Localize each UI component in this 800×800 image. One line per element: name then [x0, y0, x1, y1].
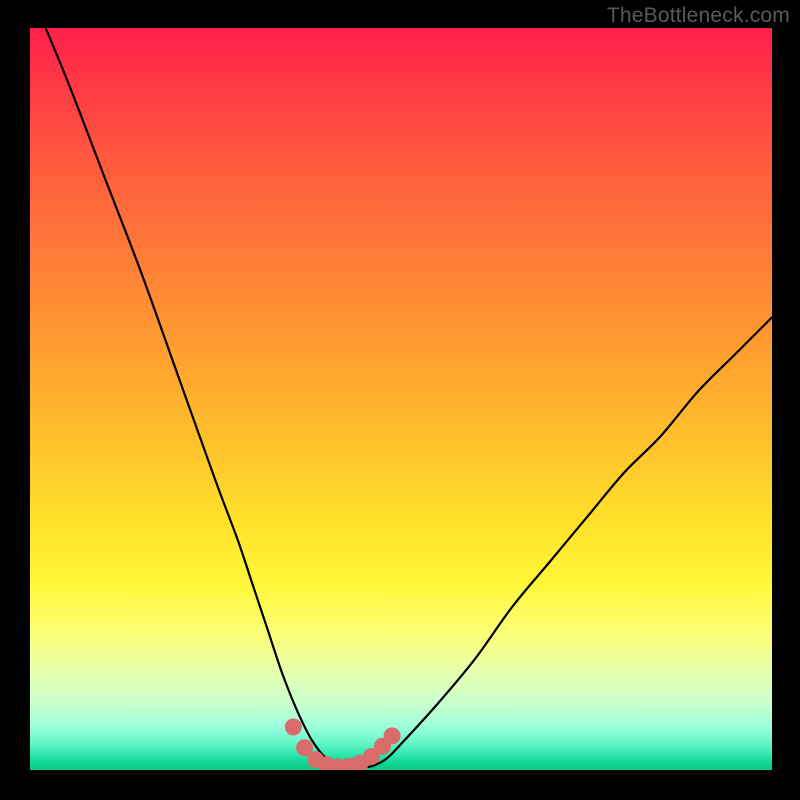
trough-markers	[285, 718, 401, 770]
plot-area	[30, 28, 772, 770]
trough-marker-dot	[384, 727, 401, 744]
chart-frame: TheBottleneck.com	[0, 0, 800, 800]
curve-svg	[30, 28, 772, 770]
bottleneck-curve	[30, 28, 772, 768]
trough-marker-dot	[285, 718, 302, 735]
watermark-text: TheBottleneck.com	[607, 4, 790, 28]
